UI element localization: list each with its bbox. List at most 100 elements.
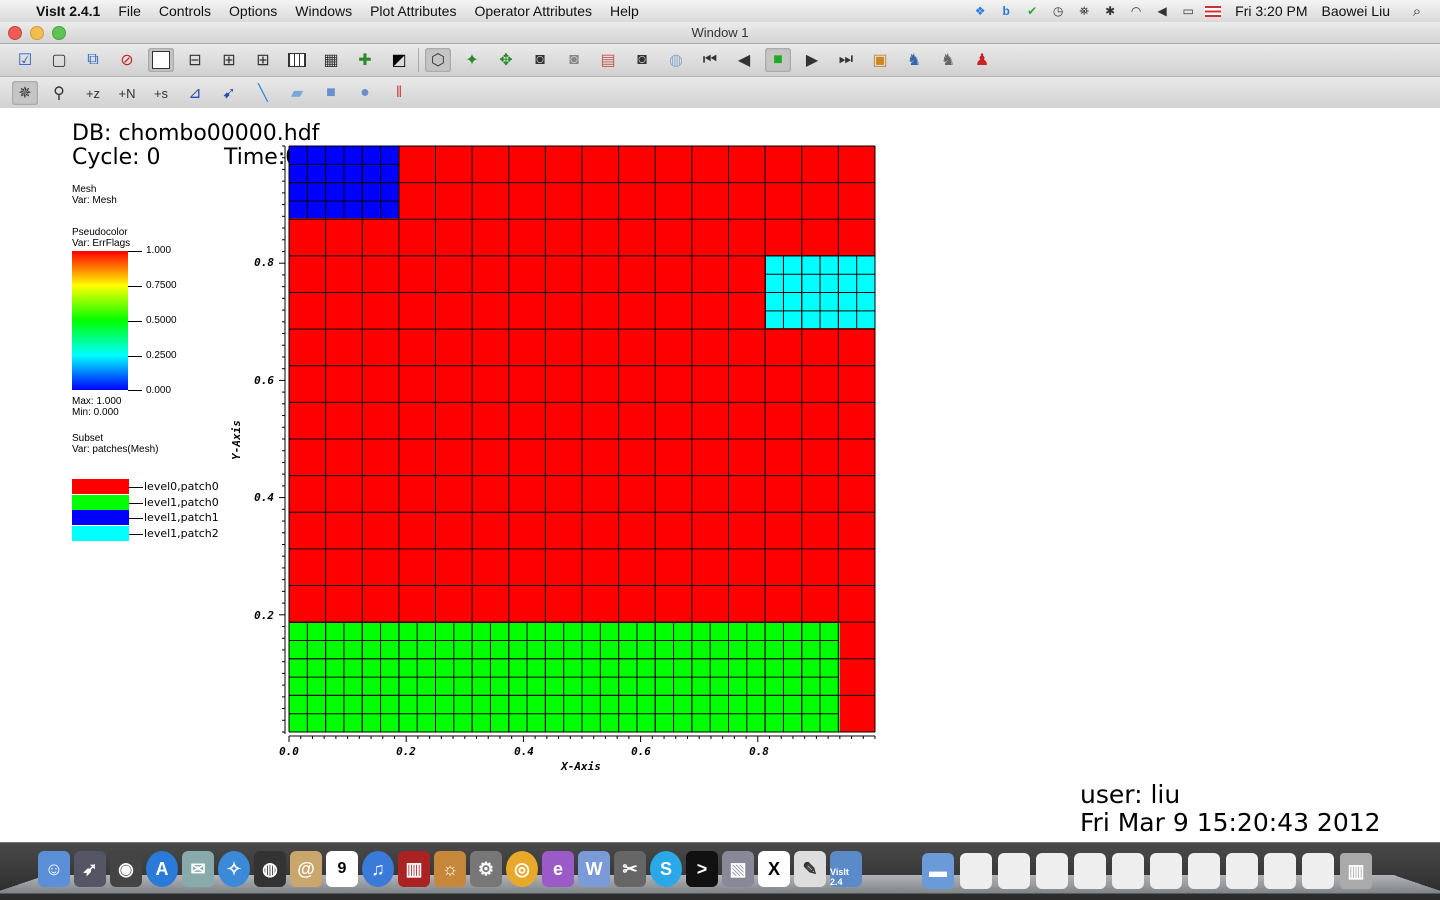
draw-plots-icon[interactable]: ♞ [901, 48, 927, 72]
spreadsheet-pick-icon[interactable]: +s [148, 81, 174, 105]
document-icon[interactable] [1226, 853, 1258, 889]
document-icon[interactable] [1188, 853, 1220, 889]
utilities-icon[interactable]: ✂ [614, 851, 646, 887]
skype-icon[interactable]: S [650, 851, 682, 887]
clear-plots-icon[interactable]: ♞ [935, 48, 961, 72]
layout-1x2-button[interactable]: ⊟ [182, 48, 208, 72]
box-tool-icon[interactable]: ■ [318, 81, 344, 105]
menu-controls[interactable]: Controls [159, 3, 211, 19]
layout-1x1-button[interactable] [148, 48, 174, 72]
node-pick-icon[interactable]: +N [114, 81, 140, 105]
menu-windows[interactable]: Windows [295, 3, 352, 19]
evernote-icon[interactable]: ✔ [1023, 4, 1041, 18]
itunes-icon[interactable]: ♫ [362, 851, 394, 887]
x11-icon[interactable]: X [758, 851, 790, 887]
minimize-window-button[interactable] [30, 26, 44, 40]
bluetooth-icon[interactable]: ✱ [1101, 4, 1119, 18]
line-tool-icon[interactable]: ╲ [250, 81, 276, 105]
play-icon[interactable]: ▶ [799, 48, 825, 72]
document-icon[interactable] [998, 853, 1030, 889]
menu-help[interactable]: Help [610, 3, 639, 19]
new-window-icon[interactable]: ▢ [46, 48, 72, 72]
navigate-mode-icon[interactable]: ✵ [12, 81, 38, 105]
contacts-icon[interactable]: @ [290, 851, 322, 887]
perspective-icon[interactable]: ⬡ [425, 48, 451, 72]
document-icon[interactable] [1112, 853, 1144, 889]
layout-2x3-button[interactable]: ⊞ [250, 48, 276, 72]
volume-icon[interactable]: ◀ [1153, 4, 1171, 18]
layout-2x2-button[interactable]: ⊞ [216, 48, 242, 72]
menu-plot-attributes[interactable]: Plot Attributes [370, 3, 456, 19]
emacs-icon[interactable]: e [542, 851, 574, 887]
document-icon[interactable] [1264, 853, 1296, 889]
dropbox-icon[interactable]: ❖ [971, 4, 989, 18]
zone-pick-icon[interactable]: +z [80, 81, 106, 105]
app-menu[interactable]: VisIt 2.4.1 [36, 3, 100, 19]
lock-view-icon[interactable]: ✚ [352, 48, 378, 72]
wifi-icon[interactable]: ◠ [1127, 4, 1145, 18]
bluetooth-b-icon[interactable]: b [997, 4, 1015, 18]
app-store-icon[interactable]: A [146, 851, 178, 887]
terminal-icon[interactable]: > [686, 851, 718, 887]
zoom-window-button[interactable] [52, 26, 66, 40]
delete-plot-icon[interactable]: ♟ [969, 48, 995, 72]
clone-window-icon[interactable]: ⧉ [80, 48, 106, 72]
document-icon[interactable] [1036, 853, 1068, 889]
finder-icon[interactable]: ☺ [38, 851, 70, 887]
document-icon[interactable] [1302, 853, 1334, 889]
visit-icon[interactable]: VisIt 2.4 [830, 851, 862, 887]
menu-clock[interactable]: Fri 3:20 PM [1235, 3, 1307, 19]
recenter-view-icon[interactable]: ✥ [493, 48, 519, 72]
chrome-icon[interactable]: ◎ [506, 851, 538, 887]
us-flag-icon[interactable] [1205, 5, 1222, 17]
preview-icon[interactable]: ▧ [722, 851, 754, 887]
zoom-mode-icon[interactable]: ⚲ [46, 81, 72, 105]
mesh-plot[interactable]: X-Axis Y-Axis 0.0 0.2 0.4 0.6 0.8 0.2 0.… [0, 108, 1440, 842]
delete-window-icon[interactable]: ⊘ [114, 48, 140, 72]
menu-file[interactable]: File [118, 3, 141, 19]
active-window-icon[interactable]: ☑ [12, 48, 38, 72]
layout-2x4-button[interactable] [284, 48, 310, 72]
first-frame-icon[interactable]: ⏮ [697, 48, 723, 72]
point-tool-icon[interactable]: ➹ [216, 81, 242, 105]
print-window-icon[interactable]: ◙ [561, 48, 587, 72]
mail-icon[interactable]: ✉ [182, 851, 214, 887]
save-movie-icon[interactable]: ▤ [595, 48, 621, 72]
lineout-icon[interactable]: ⊿ [182, 81, 208, 105]
folder-icon[interactable]: ▬ [922, 853, 954, 889]
photo-booth-icon[interactable]: ▥ [398, 851, 430, 887]
camera-icon[interactable]: ◙ [629, 48, 655, 72]
plot-list-icon[interactable]: ▣ [867, 48, 893, 72]
launchpad-icon[interactable]: ➶ [74, 851, 106, 887]
textedit-icon[interactable]: ✎ [794, 851, 826, 887]
user-menu[interactable]: Baowei Liu [1322, 3, 1391, 19]
calendar-icon[interactable]: 9 [326, 851, 358, 887]
spotlight-search-icon[interactable]: ⌕ [1408, 3, 1426, 20]
layout-3x3-button[interactable]: ▦ [318, 48, 344, 72]
menu-operator-attributes[interactable]: Operator Attributes [474, 3, 592, 19]
word-icon[interactable]: W [578, 851, 610, 887]
axis-restriction-icon[interactable]: ‖ [386, 81, 412, 105]
reset-view-icon[interactable]: ✦ [459, 48, 485, 72]
last-frame-icon[interactable]: ⏭ [833, 48, 859, 72]
trash-icon[interactable]: ▥ [1340, 853, 1372, 889]
time-machine-icon[interactable]: ◷ [1049, 4, 1067, 18]
visualization-area[interactable]: DB: chombo00000.hdf Cycle: 0 Time:0 Mesh… [0, 108, 1440, 842]
lock-time-icon[interactable]: ◩ [386, 48, 412, 72]
system-preferences-icon[interactable]: ⚙ [470, 851, 502, 887]
document-icon[interactable] [960, 853, 992, 889]
plane-tool-icon[interactable]: ▰ [284, 81, 310, 105]
document-icon[interactable] [1150, 853, 1182, 889]
iphoto-icon[interactable]: ☼ [434, 851, 466, 887]
stop-icon[interactable]: ■ [765, 48, 791, 72]
menu-options[interactable]: Options [229, 3, 277, 19]
spin-icon[interactable]: ◍ [663, 48, 689, 72]
dashboard-icon[interactable]: ◉ [110, 851, 142, 887]
close-window-button[interactable] [8, 26, 22, 40]
document-icon[interactable] [1074, 853, 1106, 889]
binoculars-icon[interactable]: ⛯ [1075, 4, 1093, 18]
battery-icon[interactable]: ▭ [1179, 4, 1197, 18]
facetime-icon[interactable]: ◍ [254, 851, 286, 887]
safari-icon[interactable]: ✧ [218, 851, 250, 887]
reverse-step-icon[interactable]: ◀ [731, 48, 757, 72]
